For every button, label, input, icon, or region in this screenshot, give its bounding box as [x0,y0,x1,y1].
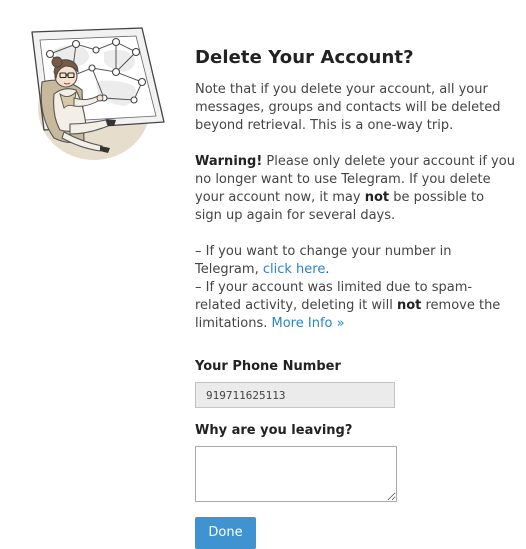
done-button[interactable]: Done [195,517,256,549]
change-number-suffix: . [325,262,330,277]
spam-emphasis: not [396,298,422,313]
more-info-link[interactable]: More Info » [272,316,345,331]
phone-number-label: Your Phone Number [195,359,341,374]
notes: – If you want to change your number in T… [195,243,515,333]
page-title: Delete Your Account? [195,47,414,68]
warning-label: Warning! [195,154,263,169]
intro-text: Note that if you delete your account, al… [195,82,501,133]
change-number-link[interactable]: click here [263,262,325,277]
warning-emphasis: not [364,190,390,205]
leaving-reason-label: Why are you leaving? [195,423,353,438]
leaving-reason-textarea[interactable] [195,446,397,502]
warning-text: Warning! Please only delete your account… [195,153,515,225]
phone-number-field: 919711625113 [195,382,395,408]
illustration-user-icon [31,27,165,160]
delete-account-content: Delete Your Account? Note that if you de… [195,46,515,333]
